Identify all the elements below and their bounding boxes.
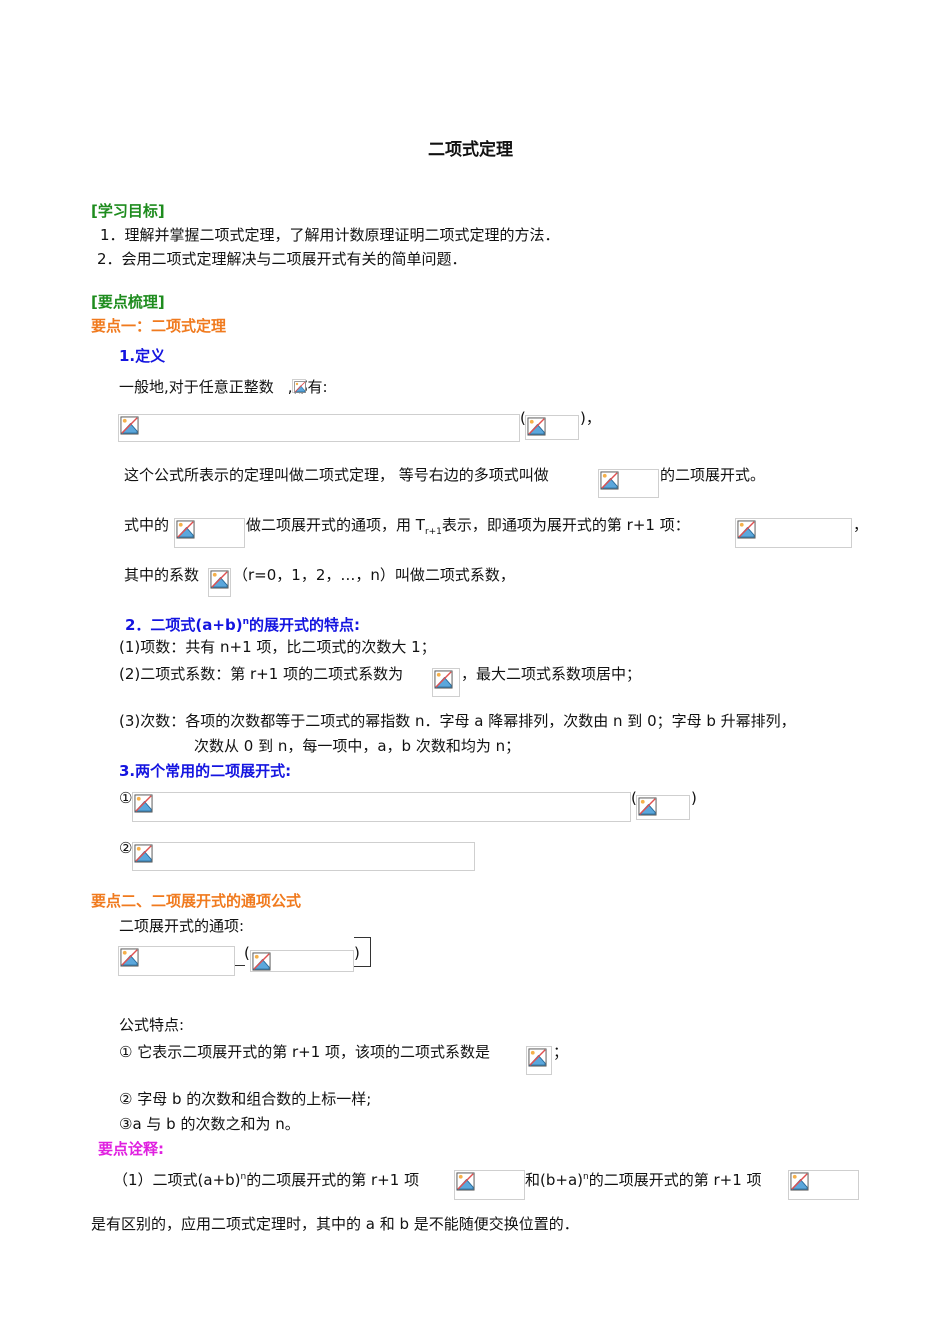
formula-image [118, 946, 235, 976]
feature-item: (3)次数：各项的次数都等于二项式的幂指数 n．字母 a 降幂排列，次数由 n … [119, 712, 796, 730]
formula-image [132, 842, 475, 871]
feature-item: ② 字母 b 的次数和组合数的上标一样; [119, 1090, 372, 1108]
formula-image [788, 1170, 859, 1200]
feature-item: ① 它表示二项展开式的第 r+1 项，该项的二项式系数是 [119, 1043, 491, 1061]
definition-heading: 1.定义 [119, 347, 166, 365]
text-line: 的二项展开式。 [660, 466, 766, 484]
broken-image-icon [176, 520, 195, 539]
broken-image-icon [527, 417, 546, 436]
paren-open: ( [244, 944, 250, 962]
notes-heading: 要点诠释: [98, 1140, 164, 1158]
feature-item: (1)项数：共有 n+1 项，比二项式的次数大 1； [119, 638, 436, 656]
formula-image [174, 518, 245, 548]
formula-image [735, 518, 852, 548]
goal-item: 2．会用二项式定理解决与二项展开式有关的简单问题． [97, 250, 467, 268]
features-heading: 2．二项式(a+b)n的展开式的特点: [125, 616, 360, 634]
item-marker: ① [119, 789, 133, 807]
broken-image-icon [134, 794, 153, 813]
formula-image [636, 795, 690, 820]
broken-image-icon [294, 381, 306, 393]
broken-image-icon [600, 471, 619, 490]
formula-image [598, 469, 659, 498]
broken-image-icon [120, 948, 139, 967]
document-page: 二项式定理 [学习目标] 1．理解并掌握二项式定理，了解用计数原理证明二项式定理… [0, 0, 950, 1344]
item-marker: ② [119, 839, 133, 857]
formula-image [132, 792, 631, 822]
broken-image-icon [434, 670, 453, 689]
section1-heading: 要点一：二项式定理 [91, 317, 227, 335]
formula-image [118, 414, 520, 442]
formula-image [208, 568, 231, 597]
formula-image [526, 1046, 552, 1075]
feature-item: 次数从 0 到 n，每一项中，a，b 次数和均为 n； [194, 737, 521, 755]
semicolon: ； [553, 1043, 569, 1061]
note-text: 和(b+a)n的二项展开式的第 r+1 项 [525, 1171, 762, 1189]
goal-item: 1．理解并掌握二项式定理，了解用计数原理证明二项式定理的方法． [100, 226, 560, 244]
text-line: （r=0，1，2，…，n）叫做二项式系数， [233, 566, 515, 584]
feature-item: ，最大二项式系数项居中； [461, 665, 642, 683]
formula-image [454, 1170, 525, 1200]
formula-bracket [354, 937, 371, 967]
formula-image [525, 415, 579, 440]
note-text: （1）二项式(a+b)n的二项展开式的第 r+1 项 [113, 1171, 420, 1189]
broken-image-icon [528, 1048, 547, 1067]
points-heading: [要点梳理] [91, 293, 165, 311]
broken-image-icon [120, 416, 139, 435]
general-term-label: 二项展开式的通项: [119, 917, 245, 935]
broken-image-icon [134, 844, 153, 863]
text-line: 式中的 [124, 516, 170, 534]
paren-close: ) [691, 789, 697, 807]
broken-image-icon [210, 570, 229, 589]
broken-image-icon [456, 1172, 475, 1191]
common-expansions-heading: 3.两个常用的二项展开式: [119, 762, 292, 780]
broken-image-icon [737, 520, 756, 539]
goals-heading: [学习目标] [91, 202, 165, 220]
text-line: 这个公式所表示的定理叫做二项式定理， 等号右边的多项式叫做 [124, 466, 549, 484]
feature-item: ③a 与 b 的次数之和为 n。 [119, 1115, 300, 1133]
comma: ， [853, 516, 869, 534]
feature-item: (2)二项式系数：第 r+1 项的二项式系数为 [119, 665, 404, 683]
section2-heading: 要点二、二项展开式的通项公式 [91, 892, 302, 910]
text-line: 做二项展开式的通项，用 Tr+1表示，即通项为展开式的第 r+1 项： [246, 516, 690, 537]
paren-close: )， [580, 409, 601, 427]
page-title: 二项式定理 [428, 140, 513, 160]
text-line: 其中的系数 [124, 566, 200, 584]
formula-image [250, 950, 354, 972]
broken-image-icon [252, 952, 271, 971]
note-text: 是有区别的，应用二项式定理时，其中的 a 和 b 是不能随便交换位置的． [91, 1215, 579, 1233]
formula-image [432, 668, 460, 697]
formula-image [292, 379, 306, 393]
broken-image-icon [638, 797, 657, 816]
broken-image-icon [790, 1172, 809, 1191]
formula-features-title: 公式特点: [119, 1016, 185, 1034]
